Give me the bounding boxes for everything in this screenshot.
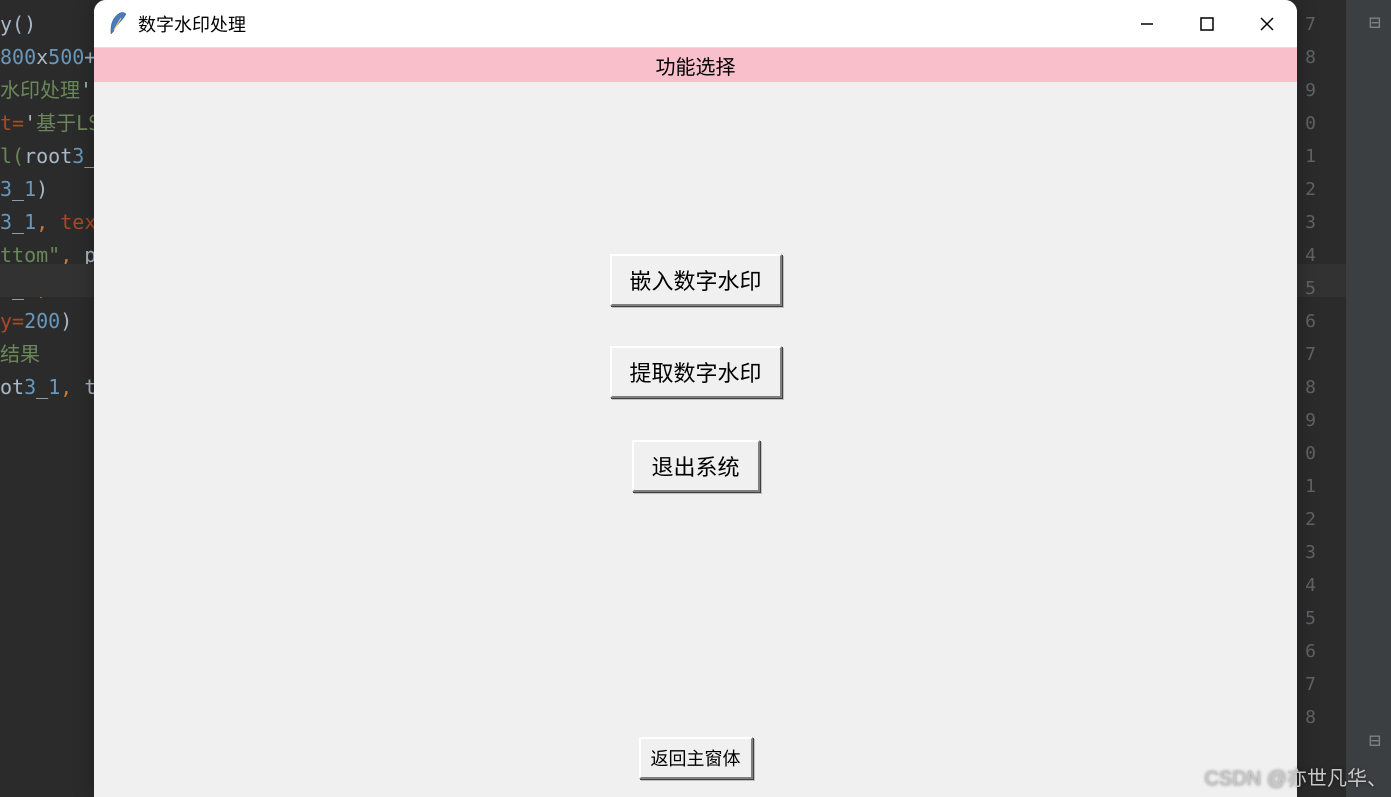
- function-select-header: 功能选择: [94, 48, 1297, 82]
- close-button[interactable]: [1237, 0, 1297, 48]
- line-number: 5: [1305, 272, 1316, 305]
- minimize-button[interactable]: [1117, 0, 1177, 48]
- line-number: 4: [1305, 239, 1316, 272]
- close-icon: [1260, 17, 1274, 31]
- window-title: 数字水印处理: [138, 11, 1117, 37]
- line-number: 1: [1305, 470, 1316, 503]
- minimize-icon: [1140, 17, 1154, 31]
- line-number: 9: [1305, 404, 1316, 437]
- line-number: 6: [1305, 635, 1316, 668]
- line-number: 8: [1305, 701, 1316, 734]
- line-number: 6: [1305, 305, 1316, 338]
- line-number: 5: [1305, 602, 1316, 635]
- back-main-button[interactable]: 返回主窗体: [639, 737, 753, 779]
- tkinter-window: 数字水印处理 功能选择 嵌入数字水印 提取数字水印 退出系统 返回主窗体: [94, 0, 1297, 797]
- embed-watermark-button[interactable]: 嵌入数字水印: [609, 254, 781, 306]
- line-number-gutter: 7890123456789012345678: [1305, 8, 1316, 734]
- line-number: 0: [1305, 437, 1316, 470]
- window-body: 嵌入数字水印 提取数字水印 退出系统 返回主窗体: [94, 82, 1297, 797]
- python-feather-icon: [108, 12, 128, 36]
- header-label: 功能选择: [656, 51, 736, 80]
- line-number: 7: [1305, 668, 1316, 701]
- csdn-watermark: CSDN @亦世凡华、: [1204, 762, 1387, 791]
- collapse-icon[interactable]: ⊟: [1369, 724, 1381, 757]
- maximize-icon: [1200, 17, 1214, 31]
- maximize-button[interactable]: [1177, 0, 1237, 48]
- window-titlebar[interactable]: 数字水印处理: [94, 0, 1297, 48]
- exit-system-button[interactable]: 退出系统: [631, 440, 759, 492]
- line-number: 3: [1305, 206, 1316, 239]
- line-number: 4: [1305, 569, 1316, 602]
- line-number: 2: [1305, 173, 1316, 206]
- line-number: 2: [1305, 503, 1316, 536]
- line-number: 8: [1305, 41, 1316, 74]
- line-number: 9: [1305, 74, 1316, 107]
- collapse-icon[interactable]: ⊟: [1369, 6, 1381, 39]
- line-number: 7: [1305, 8, 1316, 41]
- line-number: 8: [1305, 371, 1316, 404]
- line-number: 1: [1305, 140, 1316, 173]
- line-number: 7: [1305, 338, 1316, 371]
- right-gutter: ⊟ ⊟: [1346, 0, 1391, 797]
- line-number: 3: [1305, 536, 1316, 569]
- extract-watermark-button[interactable]: 提取数字水印: [609, 346, 781, 398]
- line-number: 0: [1305, 107, 1316, 140]
